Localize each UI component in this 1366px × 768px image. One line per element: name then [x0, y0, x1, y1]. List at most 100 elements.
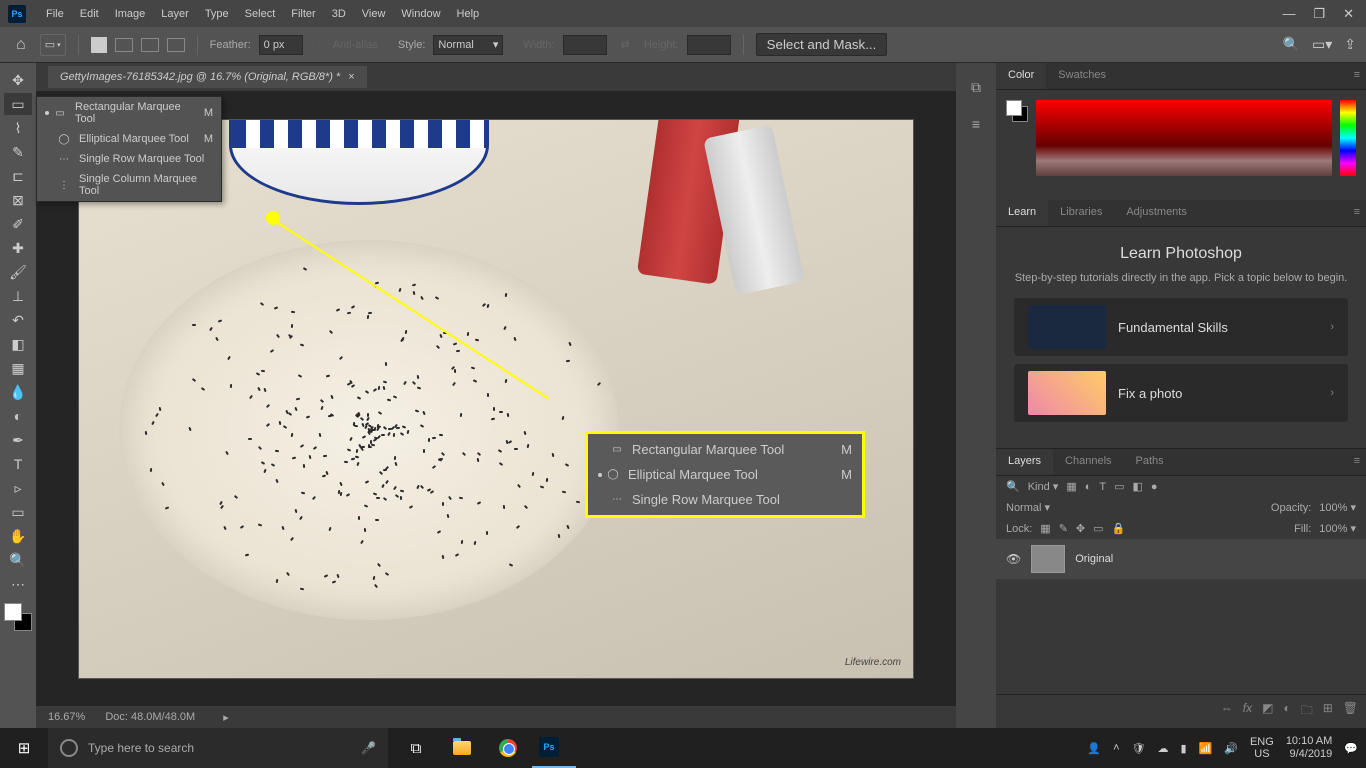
flyout-elliptical-marquee-tool[interactable]: ◯Elliptical Marquee ToolM	[588, 462, 862, 487]
tab-paths[interactable]: Paths	[1124, 449, 1176, 475]
flyout-elliptical-marquee-tool[interactable]: ◯Elliptical Marquee ToolM	[37, 129, 221, 149]
crop-tool[interactable]: ⊏	[4, 165, 32, 187]
panel-menu-icon[interactable]: ≡	[1348, 63, 1366, 89]
wifi-icon[interactable]: 📶	[1199, 742, 1213, 755]
move-tool[interactable]: ✥	[4, 69, 32, 91]
eyedropper-tool[interactable]: ✐	[4, 213, 32, 235]
doc-size[interactable]: Doc: 48.0M/48.0M	[105, 711, 195, 723]
close-tab-icon[interactable]: ×	[348, 71, 354, 83]
fx-icon[interactable]: fx	[1243, 701, 1252, 722]
healing-tool[interactable]: ✚	[4, 237, 32, 259]
explorer-icon[interactable]	[440, 728, 484, 768]
cloud-icon[interactable]: ☁	[1158, 742, 1169, 755]
layer-kind-select[interactable]: Kind ▾	[1028, 480, 1059, 493]
flyout-rectangular-marquee-tool[interactable]: ▭Rectangular Marquee ToolM	[588, 437, 862, 462]
menu-window[interactable]: Window	[393, 4, 448, 24]
tray-chevron-icon[interactable]: ˄	[1113, 742, 1119, 754]
layer-row[interactable]: 👁 Original	[996, 539, 1366, 579]
gradient-tool[interactable]: ▦	[4, 357, 32, 379]
volume-icon[interactable]: 🔊	[1224, 742, 1238, 755]
selection-subtract-icon[interactable]	[141, 38, 159, 52]
home-icon[interactable]: ⌂	[10, 32, 32, 58]
hue-strip[interactable]	[1340, 100, 1356, 176]
menu-layer[interactable]: Layer	[153, 4, 197, 24]
visibility-icon[interactable]: 👁	[1006, 552, 1021, 566]
fill-input[interactable]: 100% ▾	[1319, 522, 1356, 535]
color-swatches[interactable]	[1006, 100, 1028, 122]
quick-select-tool[interactable]: ✎	[4, 141, 32, 163]
type-tool[interactable]: T	[4, 453, 32, 475]
menu-image[interactable]: Image	[107, 4, 154, 24]
flyout-rectangular-marquee-tool[interactable]: ▭Rectangular Marquee ToolM	[37, 97, 221, 129]
close-button[interactable]: ✕	[1343, 6, 1354, 22]
tab-swatches[interactable]: Swatches	[1046, 63, 1118, 89]
path-select-tool[interactable]: ▹	[4, 477, 32, 499]
language-indicator[interactable]: ENGUS	[1250, 736, 1274, 760]
minimize-button[interactable]: —	[1282, 6, 1295, 22]
tab-color[interactable]: Color	[996, 63, 1046, 89]
history-brush-tool[interactable]: ↶	[4, 309, 32, 331]
maximize-button[interactable]: ❐	[1313, 6, 1325, 22]
color-spectrum[interactable]	[1036, 100, 1332, 176]
marquee-tool[interactable]: ▭	[4, 93, 32, 115]
menu-help[interactable]: Help	[449, 4, 488, 24]
photoshop-taskbar-icon[interactable]: Ps	[532, 728, 576, 768]
history-icon[interactable]: ⧉	[971, 79, 981, 96]
edit-toolbar[interactable]: ⋯	[4, 573, 32, 595]
learn-card-fix-photo[interactable]: Fix a photo›	[1014, 364, 1348, 422]
taskbar-search[interactable]: Type here to search 🎤	[48, 728, 388, 768]
menu-filter[interactable]: Filter	[283, 4, 323, 24]
tab-learn[interactable]: Learn	[996, 200, 1048, 226]
tab-channels[interactable]: Channels	[1053, 449, 1123, 475]
status-chevron-icon[interactable]: ▸	[223, 711, 229, 724]
hand-tool[interactable]: ✋	[4, 525, 32, 547]
document-tab[interactable]: GettyImages-76185342.jpg @ 16.7% (Origin…	[48, 66, 367, 88]
zoom-tool[interactable]: 🔍	[4, 549, 32, 571]
lasso-tool[interactable]: ⌇	[4, 117, 32, 139]
selection-intersect-icon[interactable]	[167, 38, 185, 52]
chrome-icon[interactable]	[486, 728, 530, 768]
frame-tool[interactable]: ⊠	[4, 189, 32, 211]
selection-new-icon[interactable]	[91, 37, 107, 53]
opacity-input[interactable]: 100% ▾	[1319, 501, 1356, 514]
properties-icon[interactable]: ≡	[972, 116, 980, 132]
color-swatch[interactable]	[4, 603, 32, 631]
blend-mode-select[interactable]: Normal ▾	[1006, 501, 1106, 514]
clock[interactable]: 10:10 AM9/4/2019	[1286, 735, 1332, 761]
select-and-mask-button[interactable]: Select and Mask...	[756, 33, 888, 56]
menu-edit[interactable]: Edit	[72, 4, 107, 24]
group-icon[interactable]: 🗀	[1301, 701, 1313, 722]
workspace-icon[interactable]: ▭▾	[1312, 36, 1332, 53]
link-icon[interactable]: ⇔	[1221, 701, 1233, 722]
mic-icon[interactable]: 🎤	[361, 741, 376, 755]
menu-view[interactable]: View	[354, 4, 394, 24]
eraser-tool[interactable]: ◧	[4, 333, 32, 355]
flyout-single-column-marquee-tool[interactable]: ⋮Single Column Marquee Tool	[37, 169, 221, 201]
menu-file[interactable]: File	[38, 4, 72, 24]
brush-tool[interactable]: 🖌	[4, 261, 32, 283]
rectangle-tool[interactable]: ▭	[4, 501, 32, 523]
style-select[interactable]: Normal▾	[433, 35, 503, 55]
delete-icon[interactable]: 🗑	[1343, 701, 1358, 722]
panel-menu-icon[interactable]: ≡	[1348, 200, 1366, 226]
current-tool-icon[interactable]: ▭▾	[40, 34, 66, 56]
layer-thumbnail[interactable]	[1031, 545, 1065, 573]
panel-menu-icon[interactable]: ≡	[1348, 449, 1366, 475]
menu-type[interactable]: Type	[197, 4, 237, 24]
dodge-tool[interactable]: ◐	[4, 405, 32, 427]
people-icon[interactable]: 👤	[1087, 742, 1101, 755]
selection-add-icon[interactable]	[115, 38, 133, 52]
new-layer-icon[interactable]: ⊞	[1323, 701, 1333, 722]
clone-tool[interactable]: ⊥	[4, 285, 32, 307]
task-view-icon[interactable]: ⧉	[394, 728, 438, 768]
start-button[interactable]: ⊞	[0, 739, 48, 757]
search-icon[interactable]: 🔍	[1283, 36, 1300, 53]
flyout-single-row-marquee-tool[interactable]: ⋯Single Row Marquee Tool	[37, 149, 221, 169]
adjustment-icon[interactable]: ◐	[1283, 701, 1290, 722]
battery-icon[interactable]: ▮	[1181, 742, 1187, 755]
menu-select[interactable]: Select	[237, 4, 284, 24]
tab-libraries[interactable]: Libraries	[1048, 200, 1114, 226]
menu-3d[interactable]: 3D	[324, 4, 354, 24]
zoom-level[interactable]: 16.67%	[48, 711, 85, 723]
pen-tool[interactable]: ✒	[4, 429, 32, 451]
